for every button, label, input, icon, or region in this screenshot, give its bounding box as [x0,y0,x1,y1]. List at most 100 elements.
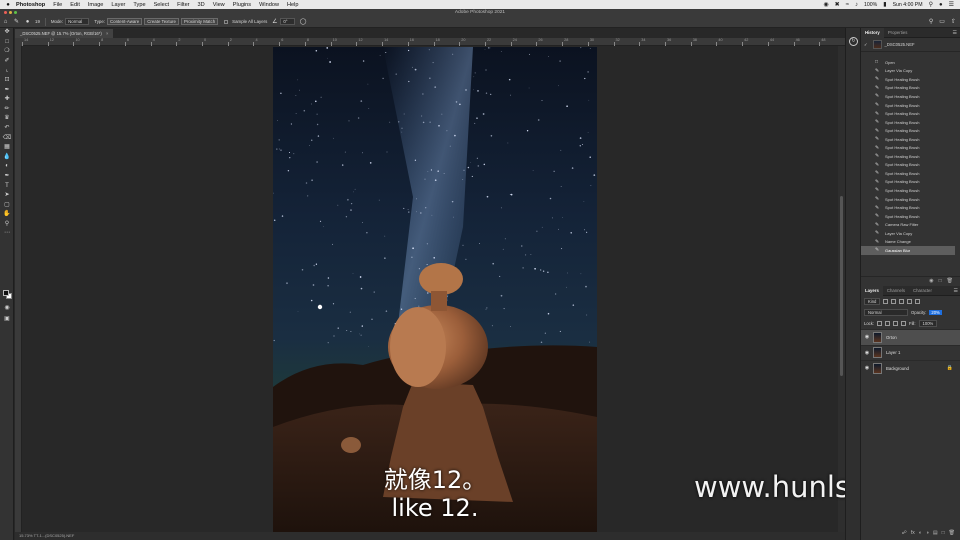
screen-mode-icon[interactable]: ▣ [0,315,14,325]
path-select-tool-icon[interactable]: ➤ [0,191,14,201]
menu-view[interactable]: View [213,2,225,8]
menu-list-icon[interactable]: ☰ [949,1,954,8]
history-panel-icon[interactable]: ↻ [849,37,858,46]
tab-channels[interactable]: Channels [883,286,909,296]
close-tab-icon[interactable]: × [106,31,108,36]
eye-icon[interactable]: ◉ [861,365,873,371]
sample-all-layers-checkbox[interactable] [224,19,229,24]
brush-size[interactable]: 19 [35,19,40,24]
filter-type-icon[interactable] [899,299,905,304]
zoom-tool-icon[interactable]: ⚲ [0,220,14,230]
tab-properties[interactable]: Properties [884,28,912,38]
layer-row-background[interactable]: ◉ Background 🔒 [861,360,960,376]
fill-field[interactable]: 100% [918,320,938,327]
history-item[interactable]: ✎ Gaussian Blur [861,246,955,255]
bluetooth-icon[interactable]: ✖ [835,1,840,8]
history-item[interactable]: ✎ Spot Healing Brush [861,135,960,144]
new-layer-icon[interactable]: □ [942,530,945,538]
history-item[interactable]: ✎ Spot Healing Brush [861,101,960,110]
menu-filter[interactable]: Filter [177,2,189,8]
spot-healing-brush-tool-icon[interactable]: ✎ [11,18,22,25]
filter-pixel-icon[interactable] [883,299,889,304]
lock-position-icon[interactable] [893,321,899,326]
healing-tool-icon[interactable]: ✚ [0,95,14,105]
hand-tool-icon[interactable]: ✋ [0,210,14,220]
menu-3d[interactable]: 3D [198,2,205,8]
workspace-icon[interactable]: ▭ [939,18,945,25]
more-tools-icon[interactable]: ⋯ [0,229,14,239]
layer-style-icon[interactable]: fx [911,530,915,538]
history-snapshot[interactable]: ✓ _DSC0525.NEF [861,38,960,52]
lock-all-icon[interactable] [901,321,907,326]
home-icon[interactable]: ⌂ [0,19,11,25]
rectangle-tool-icon[interactable]: ▢ [0,201,14,211]
status-dot-icon[interactable]: ◉ [823,1,828,8]
eye-icon[interactable]: ◉ [861,350,873,356]
lock-transparent-icon[interactable] [877,321,883,326]
layers-menu-icon[interactable]: ☰ [954,286,958,296]
frame-tool-icon[interactable]: ⊡ [0,76,14,86]
history-item[interactable]: ✎ Spot Healing Brush [861,161,960,170]
volume-icon[interactable]: ♪ [855,2,858,8]
lasso-tool-icon[interactable]: ❍ [0,47,14,57]
new-snapshot-icon[interactable]: □ [939,277,942,284]
history-item[interactable]: ✎ Spot Healing Brush [861,92,960,101]
link-layers-icon[interactable]: ☍ [902,530,907,538]
panel-menu-icon[interactable]: ☰ [953,28,957,38]
filter-adjust-icon[interactable] [891,299,897,304]
foreground-color-swatch[interactable] [3,290,9,296]
history-item[interactable]: ✎ Spot Healing Brush [861,186,960,195]
horizontal-ruler[interactable]: 14 12 10 8 6 4 2 0 2 4 6 8 10 12 14 16 18 20 22 24 26 28 30 32 3… [22,38,845,46]
history-item[interactable]: ✎ Spot Healing Brush [861,84,960,93]
document-tab[interactable]: _DSC0525.NEF @ 15.7% (Orton, RGB/16*) × [15,29,114,38]
share-icon[interactable]: ⇧ [951,18,956,25]
history-item[interactable]: ✎ Layer Via Copy [861,229,960,238]
clone-stamp-tool-icon[interactable]: ♛ [0,114,14,124]
lock-pixels-icon[interactable] [885,321,891,326]
adjustment-layer-icon[interactable]: ◑ [926,530,929,538]
eraser-tool-icon[interactable]: ⌫ [0,134,14,144]
history-item[interactable]: ✎ Spot Healing Brush [861,109,960,118]
history-item[interactable]: ✎ Layer Via Copy [861,67,960,76]
ruler-corner[interactable] [15,38,22,46]
search-icon[interactable]: ⚲ [929,1,933,8]
tab-layers[interactable]: Layers [861,285,883,296]
color-swatches[interactable] [3,290,13,300]
history-item[interactable]: ✎ Spot Healing Brush [861,75,960,84]
history-item[interactable]: ✎ Name Change [861,237,960,246]
trash-icon[interactable]: 🗑 [947,277,953,284]
menu-edit[interactable]: Edit [70,2,80,8]
type-tool-icon[interactable]: T [0,182,14,192]
wifi-icon[interactable]: ≈ [846,2,849,8]
history-item[interactable]: ✎ Spot Healing Brush [861,195,960,204]
brush-tool-icon[interactable]: ✏ [0,105,14,115]
blur-tool-icon[interactable]: 💧 [0,153,14,163]
quick-select-tool-icon[interactable]: ✐ [0,57,14,67]
opacity-field[interactable]: 20% [929,310,942,315]
history-item[interactable]: ✎ Spot Healing Brush [861,178,960,187]
history-brush-tool-icon[interactable]: ↶ [0,124,14,134]
content-aware-button[interactable]: Content-Aware [107,18,143,25]
proximity-match-button[interactable]: Proximity Match [180,18,219,25]
menu-layer[interactable]: Layer [111,2,125,8]
mode-select[interactable]: Normal [65,18,90,25]
filter-smart-icon[interactable] [915,299,921,304]
menu-clock[interactable]: Sun 4:00 PM [893,2,923,8]
history-item[interactable]: ✎ Spot Healing Brush [861,118,960,127]
history-item[interactable]: ✎ Spot Healing Brush [861,212,960,221]
pressure-icon[interactable]: ◯ [298,18,309,25]
scrollbar-thumb[interactable] [840,196,843,376]
menu-file[interactable]: File [53,2,62,8]
menu-photoshop[interactable]: Photoshop [16,2,45,8]
brush-preset-icon[interactable]: ● [22,19,33,25]
menu-help[interactable]: Help [287,2,299,8]
menu-select[interactable]: Select [154,2,170,8]
menu-type[interactable]: Type [133,2,145,8]
angle-field[interactable]: 0° [280,18,295,25]
kind-filter[interactable]: Kind [864,298,881,305]
apple-menu-icon[interactable]: ● [0,2,16,8]
menu-plugins[interactable]: Plugins [233,2,251,8]
group-icon[interactable]: ▤ [933,530,938,538]
history-item[interactable]: ✎ Spot Healing Brush [861,126,960,135]
history-item[interactable]: ✎ Camera Raw Filter [861,220,960,229]
